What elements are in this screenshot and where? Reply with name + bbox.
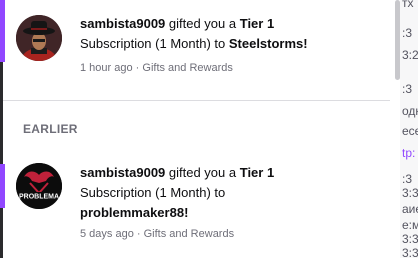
scrollbar-thumb[interactable] <box>395 0 400 80</box>
problemmaker-logo-icon[interactable]: PROBLEMA <box>16 163 62 209</box>
bg-text-fragment: е:м <box>402 218 418 232</box>
unread-indicator <box>0 164 5 208</box>
notification-channel[interactable]: Steelstorms <box>229 36 303 51</box>
bg-link-fragment: tp: <box>402 146 416 160</box>
section-divider <box>3 100 390 101</box>
notification-message: sambista9009 gifted you a Tier 1 Subscrip… <box>80 165 275 220</box>
background-chat-strip: тх :3 3:2 :3 одн есе tp: :3 3:3 аие е:м … <box>400 0 418 258</box>
notification-channel[interactable]: problemmaker88 <box>80 205 184 220</box>
user-avatar-hat-icon[interactable] <box>16 15 62 61</box>
notification-item[interactable]: sambista9009 gifted you a Tier 1 Subscrip… <box>0 0 390 100</box>
notification-username[interactable]: sambista9009 <box>80 16 165 31</box>
notification-time: 1 hour ago <box>80 62 133 74</box>
notification-item[interactable]: PROBLEMA sambista9009 gifted you a Tier … <box>0 150 390 258</box>
bg-text-fragment: 3:2 <box>402 48 418 62</box>
bg-text-fragment: :3 <box>402 172 413 186</box>
bg-text-fragment: 3:3 <box>402 246 418 258</box>
bg-text-fragment: аие <box>402 202 418 216</box>
bg-text-fragment: есе <box>402 124 418 138</box>
notification-meta: 5 days ago · Gifts and Rewards <box>80 228 235 240</box>
bg-text-fragment: 3:3 <box>402 232 418 246</box>
notification-category: Gifts and Rewards <box>142 62 233 74</box>
notification-username[interactable]: sambista9009 <box>80 165 165 180</box>
bg-text-fragment: одн <box>402 104 418 118</box>
bg-text-fragment: тх <box>402 0 414 10</box>
notification-meta: 1 hour ago · Gifts and Rewards <box>80 62 233 74</box>
notification-message: sambista9009 gifted you a Tier 1 Subscrip… <box>80 16 308 51</box>
unread-indicator <box>0 0 5 62</box>
avatar-logo-text: PROBLEMA <box>19 194 59 201</box>
bg-text-fragment: :3 <box>402 26 413 40</box>
bg-text-fragment: :3 <box>402 82 413 96</box>
bg-text-fragment: 3:3 <box>402 186 418 200</box>
notifications-panel: sambista9009 gifted you a Tier 1 Subscrip… <box>0 0 400 258</box>
notification-time: 5 days ago <box>80 228 134 240</box>
section-heading: EARLIER <box>23 122 78 136</box>
notification-category: Gifts and Rewards <box>143 228 235 240</box>
